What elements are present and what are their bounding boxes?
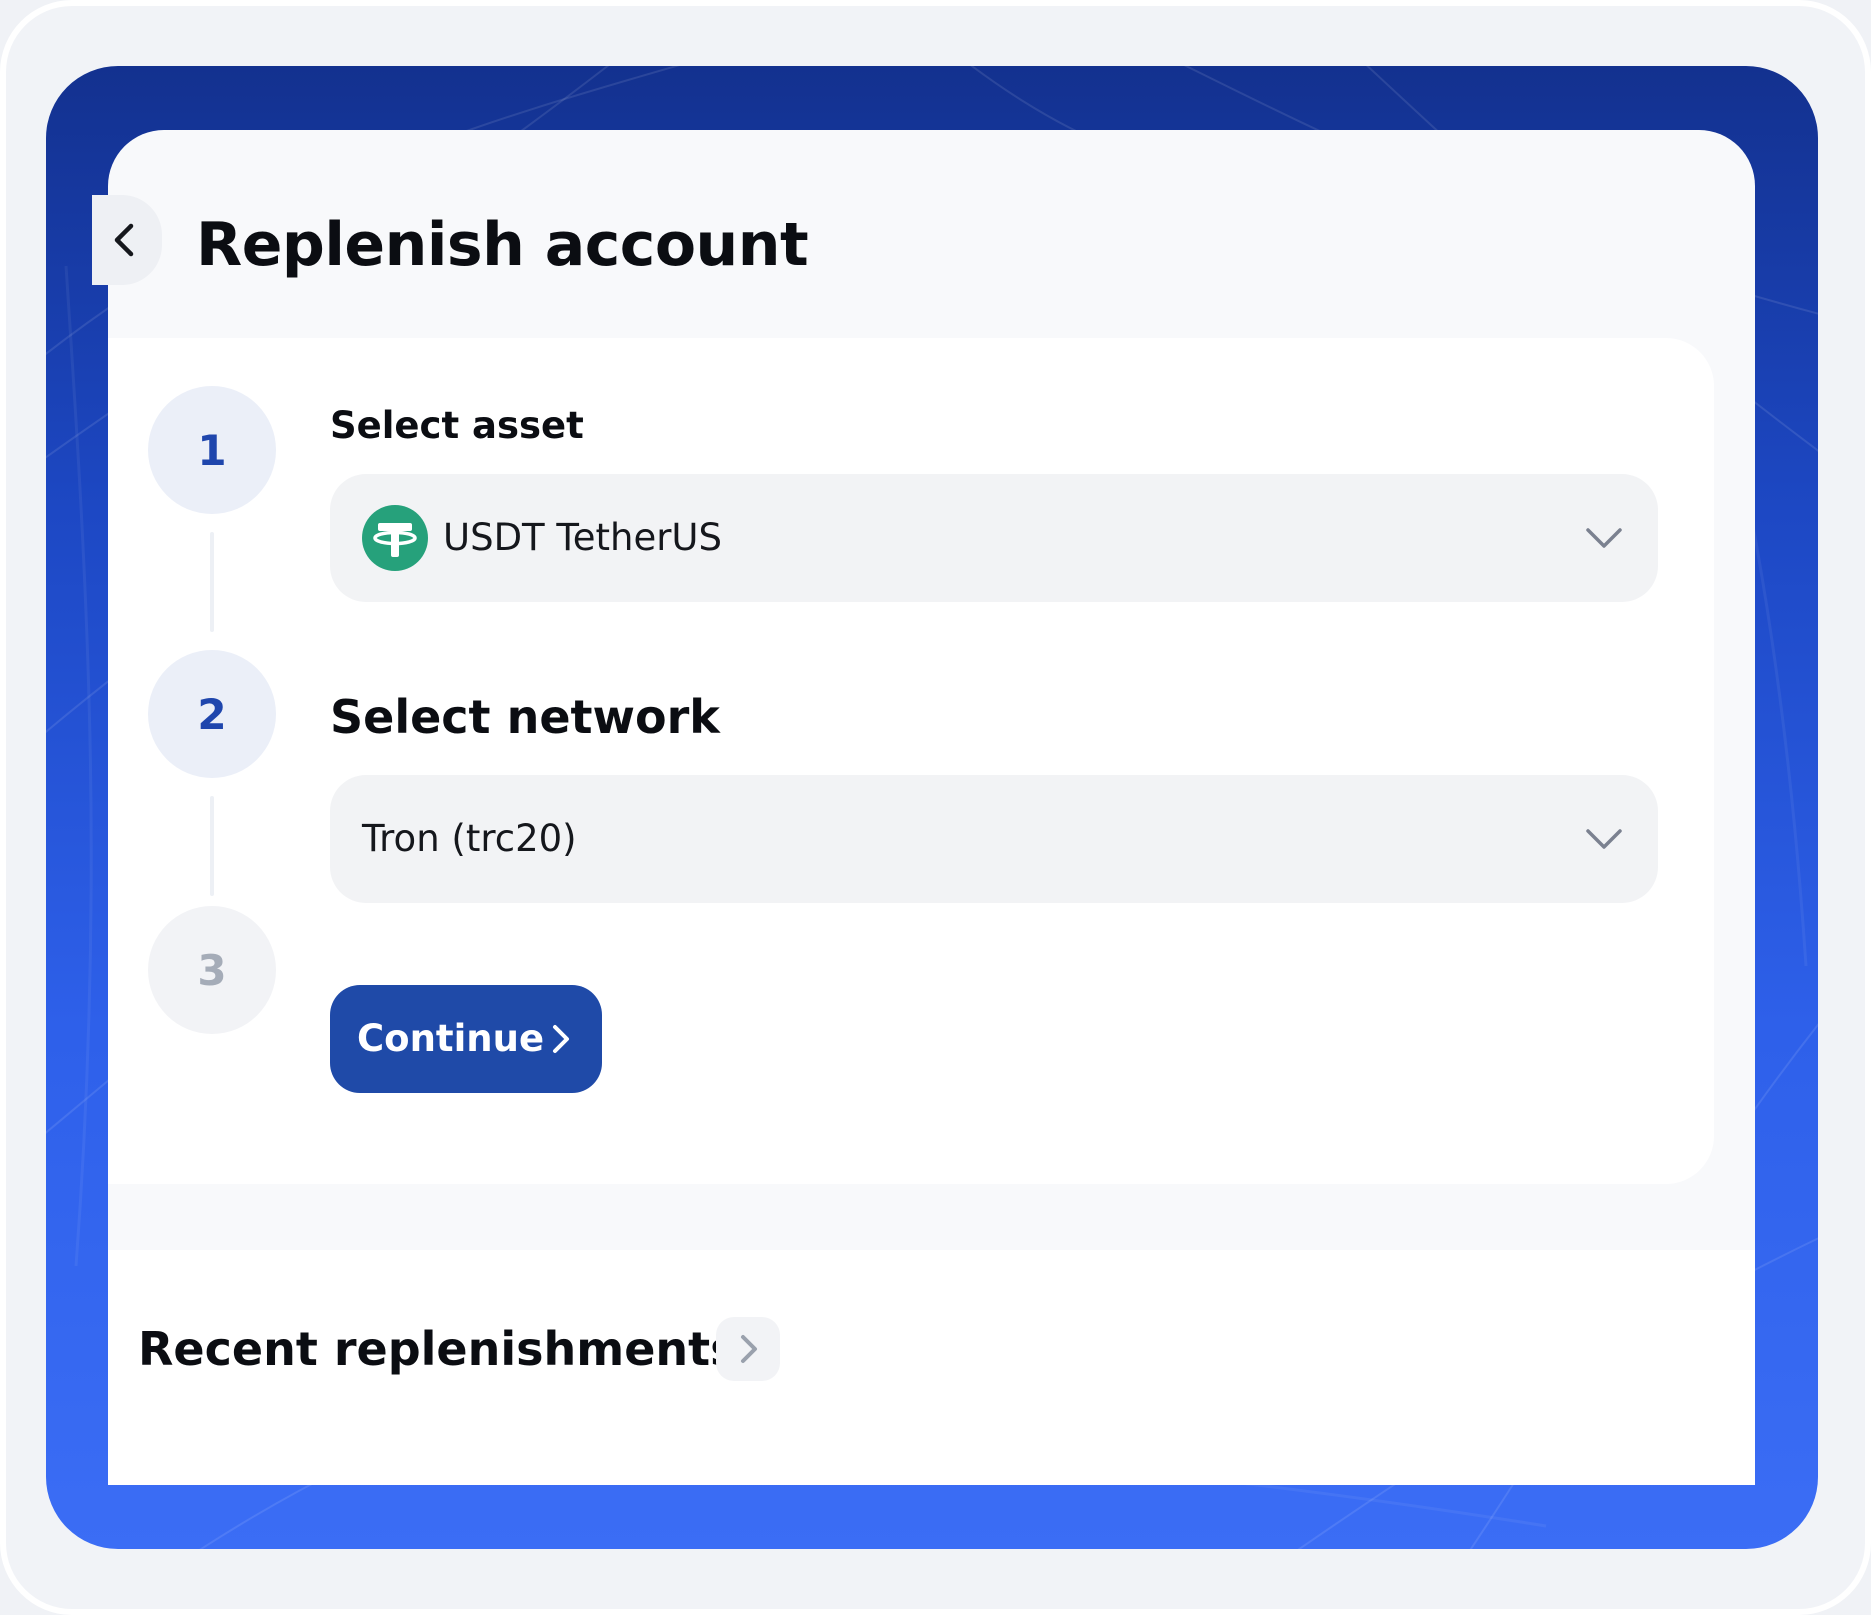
network-select[interactable]: Tron (trc20) (330, 775, 1658, 903)
select-network-label: Select network (330, 690, 720, 744)
chevron-down-icon (1586, 829, 1622, 849)
recent-replenishments-button[interactable] (716, 1317, 780, 1381)
page-title: Replenish account (196, 210, 809, 280)
asset-select-value: USDT TetherUS (443, 516, 722, 559)
chevron-down-icon (1586, 528, 1622, 548)
step-2-indicator: 2 (148, 650, 276, 778)
chevron-left-icon (114, 223, 134, 257)
continue-button-label: Continue (357, 1017, 545, 1060)
asset-select[interactable]: USDT TetherUS (330, 474, 1658, 602)
chevron-right-icon (741, 1335, 757, 1363)
chevron-right-icon (553, 1025, 569, 1053)
step-3-indicator: 3 (148, 906, 276, 1034)
select-asset-label: Select asset (330, 404, 584, 447)
back-button[interactable] (92, 195, 162, 285)
network-select-value: Tron (trc20) (362, 817, 577, 860)
step-connector (210, 796, 214, 896)
recent-replenishments-title[interactable]: Recent replenishments (138, 1317, 738, 1381)
continue-button[interactable]: Continue (330, 985, 602, 1093)
tether-icon (362, 505, 428, 571)
step-1-indicator: 1 (148, 386, 276, 514)
step-connector (210, 532, 214, 632)
